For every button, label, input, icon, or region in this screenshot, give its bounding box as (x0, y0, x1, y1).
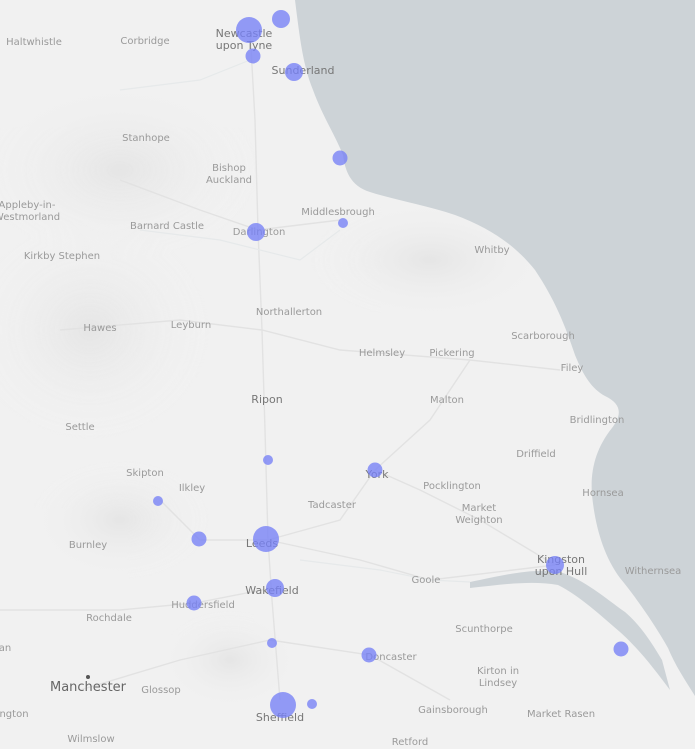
manchester-dot-icon (86, 675, 90, 679)
place-label-bridlington: Bridlington (569, 415, 625, 426)
place-label-middlesbrough: Middlesbrough (301, 207, 375, 218)
place-label-hornsea: Hornsea (582, 488, 624, 499)
place-label-leyburn: Leyburn (170, 320, 212, 331)
place-label-filey: Filey (560, 363, 584, 374)
place-label-appleby: Appleby-in- Westmorland (0, 200, 61, 223)
place-label-scunthorpe: Scunthorpe (455, 624, 513, 635)
place-label-whitby: Whitby (474, 245, 510, 256)
marker-grimsby[interactable] (613, 641, 629, 657)
marker-sunderland[interactable] (285, 63, 303, 81)
place-label-scarborough: Scarborough (511, 331, 575, 342)
map-canvas[interactable]: HaltwhistleCorbridgeNewcastleupon TyneSu… (0, 0, 695, 749)
basemap (0, 0, 695, 749)
place-label-haltwhistle: Haltwhistle (6, 37, 62, 48)
place-label-market-weighton: Market Weighton (455, 503, 503, 526)
place-label-glossop: Glossop (141, 685, 181, 696)
place-label-burnley: Burnley (68, 540, 108, 551)
place-label-edge-an: an (0, 643, 12, 654)
place-label-manchester: Manchester (49, 680, 127, 695)
place-label-gainsborough: Gainsborough (418, 705, 488, 716)
marker-keighley[interactable] (153, 496, 163, 506)
place-label-rochdale: Rochdale (86, 613, 132, 624)
place-label-huddersfield: Huddersfield (171, 600, 235, 611)
place-label-barnard-castle: Barnard Castle (129, 221, 205, 232)
marker-hull[interactable] (546, 556, 564, 574)
marker-darlington[interactable] (247, 223, 265, 241)
place-label-withernsea: Withernsea (624, 566, 682, 577)
marker-barnsley[interactable] (267, 638, 277, 648)
marker-bradford[interactable] (191, 531, 207, 547)
marker-middlesbrough[interactable] (338, 218, 348, 228)
marker-york[interactable] (367, 462, 383, 478)
place-label-pocklington: Pocklington (423, 481, 481, 492)
place-label-kirkby-stephen: Kirkby Stephen (23, 251, 101, 262)
place-label-goole: Goole (411, 575, 441, 586)
place-label-northallerton: Northallerton (255, 307, 323, 318)
place-label-hawes: Hawes (83, 323, 117, 334)
marker-newcastle[interactable] (236, 17, 262, 43)
place-label-malton: Malton (430, 395, 464, 406)
marker-tynemouth[interactable] (272, 10, 290, 28)
place-label-kirton: Kirton in Lindsey (476, 666, 520, 689)
marker-wakefield[interactable] (266, 579, 284, 597)
place-label-helmsley: Helmsley (358, 348, 406, 359)
place-label-settle: Settle (65, 422, 95, 433)
place-label-tadcaster: Tadcaster (308, 500, 356, 511)
marker-doncaster[interactable] (361, 647, 377, 663)
place-label-edge-ngton: ngton (0, 709, 29, 720)
marker-leeds[interactable] (253, 526, 279, 552)
place-label-skipton: Skipton (126, 468, 164, 479)
place-label-pickering: Pickering (429, 348, 475, 359)
marker-rotherham[interactable] (307, 699, 317, 709)
place-label-retford: Retford (391, 737, 429, 748)
place-label-ripon: Ripon (251, 393, 283, 406)
marker-hartlepool[interactable] (332, 150, 348, 166)
place-label-bishop-auckland: Bishop Auckland (205, 163, 253, 186)
place-label-ilkley: Ilkley (178, 483, 206, 494)
place-label-stanhope: Stanhope (122, 133, 170, 144)
place-label-market-rasen: Market Rasen (526, 709, 596, 720)
place-label-driffield: Driffield (516, 449, 556, 460)
marker-gateshead[interactable] (245, 48, 261, 64)
place-label-corbridge: Corbridge (120, 36, 170, 47)
marker-sheffield[interactable] (270, 692, 296, 718)
marker-harrogate[interactable] (263, 455, 273, 465)
place-label-wilmslow: Wilmslow (67, 734, 115, 745)
place-label-sunderland: Sunderland (271, 64, 335, 77)
marker-huddersfield[interactable] (186, 595, 202, 611)
